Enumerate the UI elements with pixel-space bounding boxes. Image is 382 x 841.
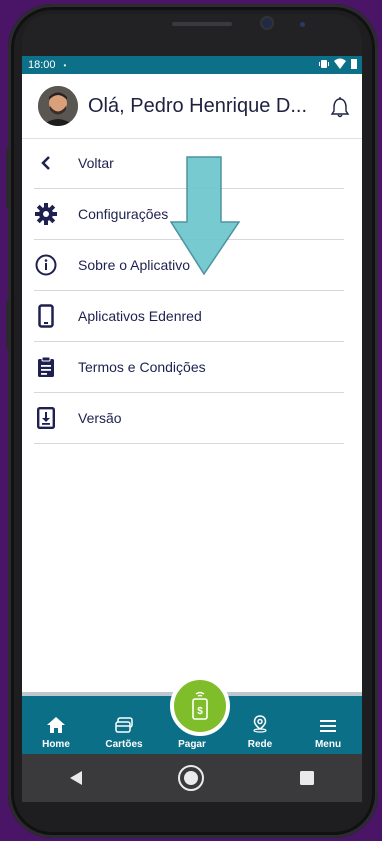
nav-cartoes[interactable]: Cartões — [90, 696, 158, 754]
down-arrow-overlay-icon — [170, 156, 240, 276]
sensor — [300, 22, 305, 27]
pay-button[interactable]: $ — [170, 676, 230, 736]
back-triangle-icon[interactable] — [69, 770, 83, 786]
menu-item-label: Aplicativos Edenred — [78, 308, 202, 324]
app-screen: 18:00 • Olá, Pedro Henrique D... Voltar … — [22, 56, 362, 802]
menu-item-label: Voltar — [78, 155, 114, 171]
pay-icon: $ — [192, 691, 208, 720]
cards-icon — [115, 717, 133, 733]
info-icon — [34, 253, 58, 277]
status-bar: 18:00 • — [22, 56, 362, 74]
svg-text:$: $ — [197, 706, 203, 717]
user-photo-icon — [38, 86, 78, 126]
menu-item-label: Termos e Condições — [78, 359, 206, 375]
greeting-text: Olá, Pedro Henrique D... — [88, 94, 307, 117]
chevron-left-icon — [34, 151, 58, 175]
menu-item-label: Configurações — [78, 206, 169, 222]
nav-rede[interactable]: Rede — [226, 696, 294, 754]
gear-icon — [34, 202, 58, 226]
hamburger-icon — [320, 720, 336, 732]
nav-label: Home — [42, 739, 70, 750]
avatar[interactable] — [38, 86, 78, 126]
bell-icon[interactable] — [330, 96, 350, 118]
nav-label: Menu — [314, 739, 342, 750]
top-bezel — [22, 14, 362, 56]
home-icon — [47, 717, 65, 733]
nav-menu[interactable]: Menu — [294, 696, 362, 754]
nav-label: Cartões — [105, 739, 143, 750]
front-camera — [262, 18, 272, 28]
phone-side-button — [6, 148, 10, 208]
wifi-icon — [334, 58, 346, 69]
vibrate-icon — [319, 60, 329, 68]
nav-label: Rede — [247, 739, 273, 750]
menu-item-versao[interactable]: Versão — [34, 393, 344, 444]
location-pin-icon — [253, 715, 267, 733]
menu-item-termos[interactable]: Termos e Condições — [34, 342, 344, 393]
status-time: 18:00 — [28, 59, 56, 71]
status-dot: • — [63, 60, 67, 70]
android-navigation-bar — [22, 754, 362, 802]
recents-square-icon[interactable] — [299, 770, 315, 786]
nav-label: Pagar — [178, 739, 206, 750]
menu-item-aplicativos-edenred[interactable]: Aplicativos Edenred — [34, 291, 344, 342]
battery-icon — [351, 59, 357, 69]
clipboard-icon — [34, 355, 58, 379]
menu-item-label: Versão — [78, 410, 122, 426]
nav-home[interactable]: Home — [22, 696, 90, 754]
status-icons — [318, 58, 358, 70]
phone-side-button — [6, 300, 10, 350]
speaker-grill — [172, 22, 232, 26]
home-circle-icon[interactable] — [177, 764, 205, 792]
download-box-icon — [34, 406, 58, 430]
app-header: Olá, Pedro Henrique D... — [22, 74, 362, 139]
phone-icon — [34, 304, 58, 328]
